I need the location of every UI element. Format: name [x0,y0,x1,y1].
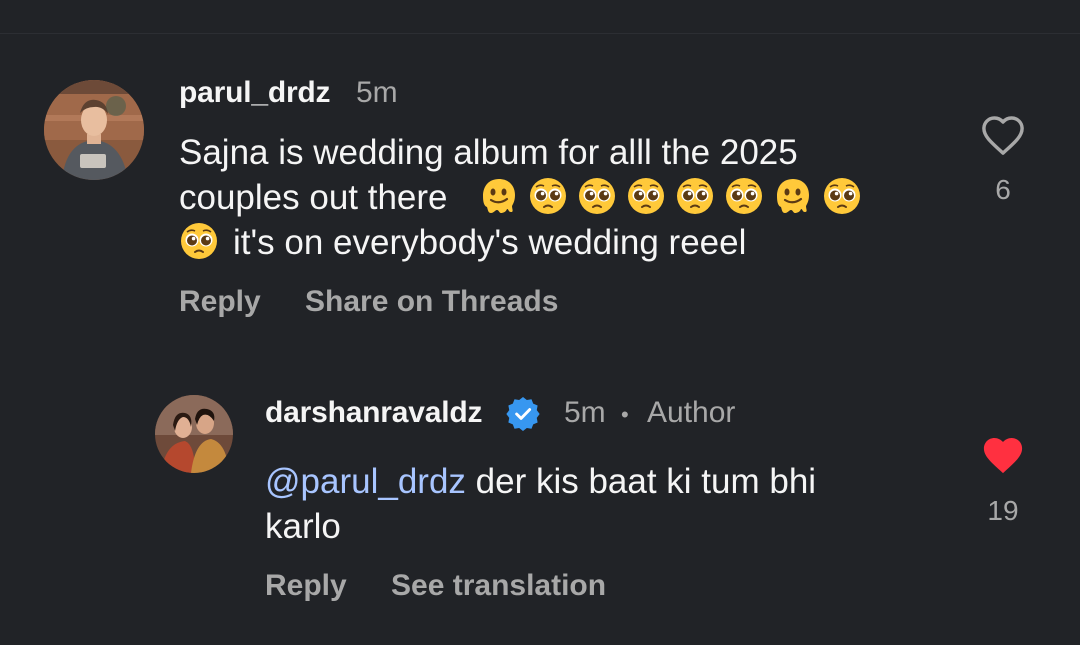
comment-text: Sajna is wedding album for alll the 2025… [179,130,939,265]
reply-button[interactable]: Reply [265,569,347,603]
meta-separator: • [621,402,629,427]
top-divider [0,33,1080,34]
avatar[interactable] [155,395,233,473]
author-label: Author [647,396,736,429]
pleading-face-emoji-icon [676,178,713,214]
like-count: 19 [987,495,1019,526]
pleading-face-emoji-icon [529,178,566,214]
comment-line: Sajna is wedding album for alll the 2025 [179,133,798,172]
comment-username[interactable]: parul_drdz [179,76,331,110]
comment-line-text: it's on everybody's wedding reeel [233,223,747,262]
melting-face-emoji-icon [482,179,515,213]
pleading-face-emoji-icon [181,223,217,259]
comment-line: couples out there [179,175,939,220]
pleading-face-emoji-icon [823,178,860,214]
pleading-face-emoji-icon [725,178,762,214]
comment-username[interactable]: darshanravaldz [265,396,482,430]
comment-line: it's on everybody's wedding reeel [179,220,939,265]
comment-line-text: couples out there [179,178,448,217]
mention-link[interactable]: @parul_drdz [265,462,466,501]
see-translation-button[interactable]: See translation [391,569,606,603]
comment-timestamp: 5m [564,396,606,429]
avatar[interactable] [44,80,144,180]
verified-badge-icon [506,397,540,431]
comment-line: @parul_drdz der kis baat ki tum bhi [265,459,945,504]
pleading-face-emoji-icon [627,178,664,214]
share-on-threads-button[interactable]: Share on Threads [305,285,558,319]
comment-line: karlo [265,507,341,546]
like-count: 6 [995,174,1011,205]
comment-line-text: der kis baat ki tum bhi [465,462,817,501]
reply-button[interactable]: Reply [179,285,261,319]
comment-text: @parul_drdz der kis baat ki tum bhi karl… [265,459,945,549]
heart-outline-icon[interactable] [980,114,1026,156]
pleading-face-emoji-icon [578,178,615,214]
melting-face-emoji-icon [776,179,809,213]
heart-filled-icon[interactable] [980,434,1026,476]
comment-timestamp: 5m [356,76,398,109]
